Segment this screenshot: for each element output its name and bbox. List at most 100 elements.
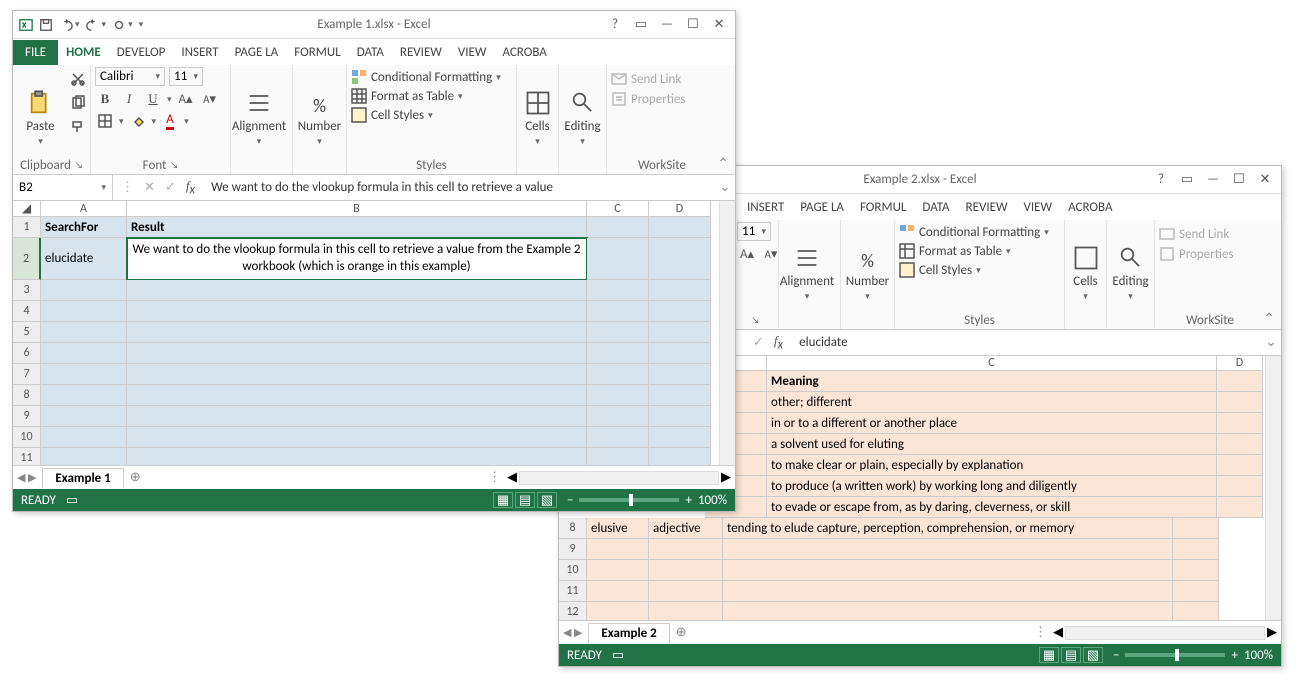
cell[interactable]: [649, 448, 711, 465]
row-header[interactable]: 10: [13, 427, 41, 448]
cell[interactable]: [1173, 581, 1219, 602]
cell[interactable]: [587, 560, 649, 581]
macro-record-icon[interactable]: ▭: [612, 648, 624, 663]
alignment-button[interactable]: Alignment▾: [783, 222, 831, 302]
font-size-select[interactable]: 11▾: [169, 67, 203, 86]
cell[interactable]: [587, 539, 649, 560]
formula-input[interactable]: elucidate: [791, 335, 1261, 350]
increase-font-icon[interactable]: A▴: [176, 90, 196, 108]
fill-color-icon[interactable]: [128, 112, 148, 130]
cell[interactable]: [587, 280, 649, 301]
tab-review[interactable]: REVIEW: [958, 195, 1016, 220]
cut-icon[interactable]: [70, 71, 86, 91]
cell[interactable]: [649, 280, 711, 301]
normal-view-icon[interactable]: ▦: [1039, 647, 1059, 663]
cell[interactable]: in or to a different or another place: [767, 413, 1217, 434]
number-button[interactable]: %Number▾: [297, 67, 342, 147]
row-header[interactable]: 9: [13, 406, 41, 427]
cell[interactable]: [649, 427, 711, 448]
cell[interactable]: elucidate: [41, 238, 127, 280]
cell[interactable]: [41, 406, 127, 427]
cell[interactable]: [1217, 497, 1263, 518]
minimize-icon[interactable]: —: [1205, 172, 1221, 187]
cell[interactable]: [1217, 392, 1263, 413]
cell[interactable]: adjective: [649, 518, 723, 539]
vertical-scrollbar[interactable]: [1265, 356, 1281, 620]
cell[interactable]: tending to elude capture, perception, co…: [723, 518, 1173, 539]
cell[interactable]: [587, 343, 649, 364]
zoom-control[interactable]: − + 100%: [567, 493, 727, 508]
row-header[interactable]: 9: [559, 539, 587, 560]
cell[interactable]: [649, 406, 711, 427]
cell[interactable]: Meaning: [767, 371, 1217, 392]
zoom-in-icon[interactable]: +: [1231, 648, 1237, 663]
underline-button[interactable]: U: [143, 90, 163, 108]
formula-input[interactable]: We want to do the vlookup formula in thi…: [203, 180, 715, 195]
normal-view-icon[interactable]: ▦: [493, 492, 513, 508]
tab-data[interactable]: DATA: [349, 40, 392, 65]
row-header[interactable]: 8: [13, 385, 41, 406]
row-header[interactable]: 11: [559, 581, 587, 602]
increase-font-icon[interactable]: A▴: [737, 245, 757, 263]
tab-formulas[interactable]: FORMUL: [852, 195, 914, 220]
editing-button[interactable]: Editing▾: [1111, 222, 1150, 302]
spreadsheet-grid[interactable]: ◢ A B C D 1 2 3 4 5 6 7 8 9 10 11: [13, 201, 735, 465]
col-header[interactable]: A: [41, 201, 127, 217]
cell[interactable]: [649, 343, 711, 364]
add-sheet-icon[interactable]: ⊕: [676, 625, 687, 640]
cells-button[interactable]: Cells▾: [521, 67, 554, 147]
col-header[interactable]: C: [587, 201, 649, 217]
cell-styles-button[interactable]: Cell Styles ▾: [351, 107, 501, 123]
tab-data[interactable]: DATA: [914, 195, 957, 220]
cell[interactable]: other; different: [767, 392, 1217, 413]
tab-insert[interactable]: INSERT: [739, 195, 792, 220]
dialog-launcher-icon[interactable]: ↘: [170, 160, 178, 171]
cell[interactable]: [649, 238, 711, 280]
cell[interactable]: [127, 301, 587, 322]
properties-button[interactable]: Properties: [611, 91, 686, 107]
cell[interactable]: [587, 406, 649, 427]
properties-button[interactable]: Properties: [1159, 246, 1234, 262]
cell[interactable]: [587, 385, 649, 406]
horizontal-scrollbar[interactable]: ◀▶: [507, 470, 731, 485]
cell[interactable]: [41, 301, 127, 322]
cell[interactable]: Result: [127, 217, 587, 238]
tab-pagelayout[interactable]: PAGE LA: [792, 195, 852, 220]
name-box[interactable]: B2▾: [13, 175, 113, 200]
cell[interactable]: [723, 581, 1173, 602]
row-header[interactable]: 3: [13, 280, 41, 301]
cell[interactable]: [723, 602, 1173, 620]
add-sheet-icon[interactable]: ⊕: [130, 470, 141, 485]
row-header[interactable]: 7: [13, 364, 41, 385]
decrease-font-icon[interactable]: A▾: [761, 245, 781, 263]
cell[interactable]: [1173, 560, 1219, 581]
cell[interactable]: [127, 385, 587, 406]
page-layout-view-icon[interactable]: ▤: [1061, 647, 1081, 663]
cell[interactable]: [649, 217, 711, 238]
cells-button[interactable]: Cells▾: [1069, 222, 1102, 302]
cell[interactable]: [41, 427, 127, 448]
cell[interactable]: SearchFor: [41, 217, 127, 238]
expand-formula-icon[interactable]: ⌄: [1261, 335, 1281, 350]
collapse-ribbon-icon[interactable]: ⌃: [1263, 310, 1275, 327]
vertical-scrollbar[interactable]: [719, 201, 735, 465]
sheet-nav[interactable]: ◀ ▶: [563, 626, 582, 639]
ribbon-display-icon[interactable]: ▭: [633, 17, 649, 32]
cell[interactable]: [587, 322, 649, 343]
cell[interactable]: [127, 343, 587, 364]
close-icon[interactable]: ✕: [711, 17, 727, 32]
zoom-level[interactable]: 100%: [1244, 648, 1273, 663]
format-as-table-button[interactable]: Format as Table ▾: [351, 88, 501, 104]
format-as-table-button[interactable]: Format as Table ▾: [899, 243, 1049, 259]
cell[interactable]: [127, 364, 587, 385]
format-painter-icon[interactable]: [70, 119, 86, 139]
cell[interactable]: [41, 448, 127, 465]
cell[interactable]: to produce (a written work) by working l…: [767, 476, 1217, 497]
cell[interactable]: [1217, 455, 1263, 476]
cell[interactable]: [587, 427, 649, 448]
zoom-slider[interactable]: [579, 498, 679, 502]
cell-styles-button[interactable]: Cell Styles ▾: [899, 262, 1049, 278]
cell[interactable]: [1173, 539, 1219, 560]
close-icon[interactable]: ✕: [1257, 172, 1273, 187]
cell[interactable]: [649, 581, 723, 602]
